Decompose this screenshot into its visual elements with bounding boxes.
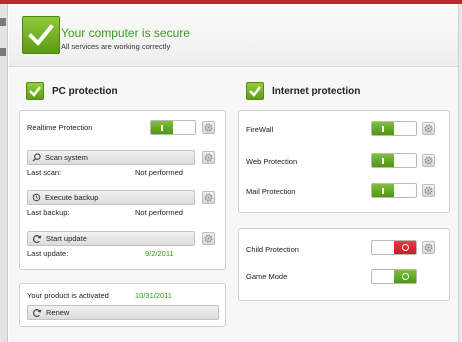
- toggle-on-state: [372, 184, 394, 197]
- toggle-on-state: [394, 270, 416, 283]
- last-backup-label: Last backup:: [27, 208, 70, 217]
- clock-arrow-icon: [32, 193, 41, 202]
- activation-label: Your product is activated: [27, 291, 109, 300]
- status-checkmark-icon: [22, 16, 60, 54]
- last-scan-label: Last scan:: [27, 168, 62, 177]
- main-area: PC protection Realtime Protection Scan s…: [9, 68, 458, 342]
- scan-settings-gear-icon[interactable]: [202, 151, 215, 164]
- realtime-protection-label: Realtime Protection: [27, 123, 93, 132]
- firewall-label: FireWall: [246, 125, 274, 134]
- update-settings-gear-icon[interactable]: [202, 232, 215, 245]
- pc-protection-card: Realtime Protection Scan system Last sca…: [19, 110, 226, 270]
- status-panel: Your computer is secure All services are…: [9, 5, 458, 67]
- web-protection-toggle[interactable]: [371, 153, 417, 168]
- web-protection-label: Web Protection: [246, 157, 298, 166]
- status-title: Your computer is secure: [61, 26, 190, 40]
- magnifier-icon: [32, 153, 41, 162]
- child-protection-settings-gear-icon[interactable]: [422, 241, 435, 254]
- last-update-label: Last update:: [27, 249, 69, 258]
- last-scan-value: Not performed: [135, 168, 183, 177]
- mail-protection-label: Mail Protection: [246, 187, 296, 196]
- pc-protection-checkmark-icon: [26, 82, 44, 100]
- internet-protection-title: Internet protection: [272, 86, 361, 97]
- toggle-off-state: [394, 241, 416, 254]
- edge-tick: [0, 18, 6, 26]
- realtime-settings-gear-icon[interactable]: [202, 121, 215, 134]
- mail-protection-settings-gear-icon[interactable]: [422, 184, 435, 197]
- extras-card: Child Protection Game Mode: [238, 228, 450, 301]
- realtime-protection-toggle[interactable]: [150, 120, 196, 135]
- status-subtitle: All services are working correctly: [61, 42, 171, 51]
- start-update-button[interactable]: Start update: [27, 231, 195, 246]
- firewall-toggle[interactable]: [371, 121, 417, 136]
- activation-date: 10/31/2011: [135, 291, 172, 300]
- game-mode-toggle[interactable]: [371, 269, 417, 284]
- renew-label: Renew: [46, 308, 70, 317]
- start-update-label: Start update: [46, 234, 87, 243]
- pc-protection-title: PC protection: [52, 86, 118, 97]
- backup-settings-gear-icon[interactable]: [202, 191, 215, 204]
- left-window-edge: [0, 4, 8, 342]
- internet-protection-checkmark-icon: [246, 82, 264, 100]
- toggle-on-state: [372, 122, 394, 135]
- game-mode-label: Game Mode: [246, 272, 288, 281]
- mail-protection-toggle[interactable]: [371, 183, 417, 198]
- scan-system-label: Scan system: [45, 153, 88, 162]
- child-protection-toggle[interactable]: [371, 240, 417, 255]
- renew-button[interactable]: Renew: [27, 305, 219, 320]
- right-window-edge: [458, 4, 462, 342]
- toggle-on-state: [372, 154, 394, 167]
- refresh-icon: [33, 234, 42, 243]
- activation-card: Your product is activated 10/31/2011 Ren…: [19, 283, 226, 327]
- edge-tick: [0, 48, 6, 56]
- child-protection-label: Child Protection: [246, 245, 299, 254]
- execute-backup-label: Execute backup: [45, 193, 99, 202]
- last-update-value: 9/2/2011: [145, 249, 174, 258]
- window-top-bar: [0, 0, 462, 4]
- last-backup-value: Not performed: [135, 208, 183, 217]
- execute-backup-button[interactable]: Execute backup: [27, 190, 195, 205]
- internet-protection-card: FireWall Web Protection Mail Protection: [238, 110, 450, 213]
- refresh-icon: [33, 308, 42, 317]
- web-protection-settings-gear-icon[interactable]: [422, 154, 435, 167]
- firewall-settings-gear-icon[interactable]: [422, 122, 435, 135]
- scan-system-button[interactable]: Scan system: [27, 150, 195, 165]
- toggle-on-state: [151, 121, 173, 134]
